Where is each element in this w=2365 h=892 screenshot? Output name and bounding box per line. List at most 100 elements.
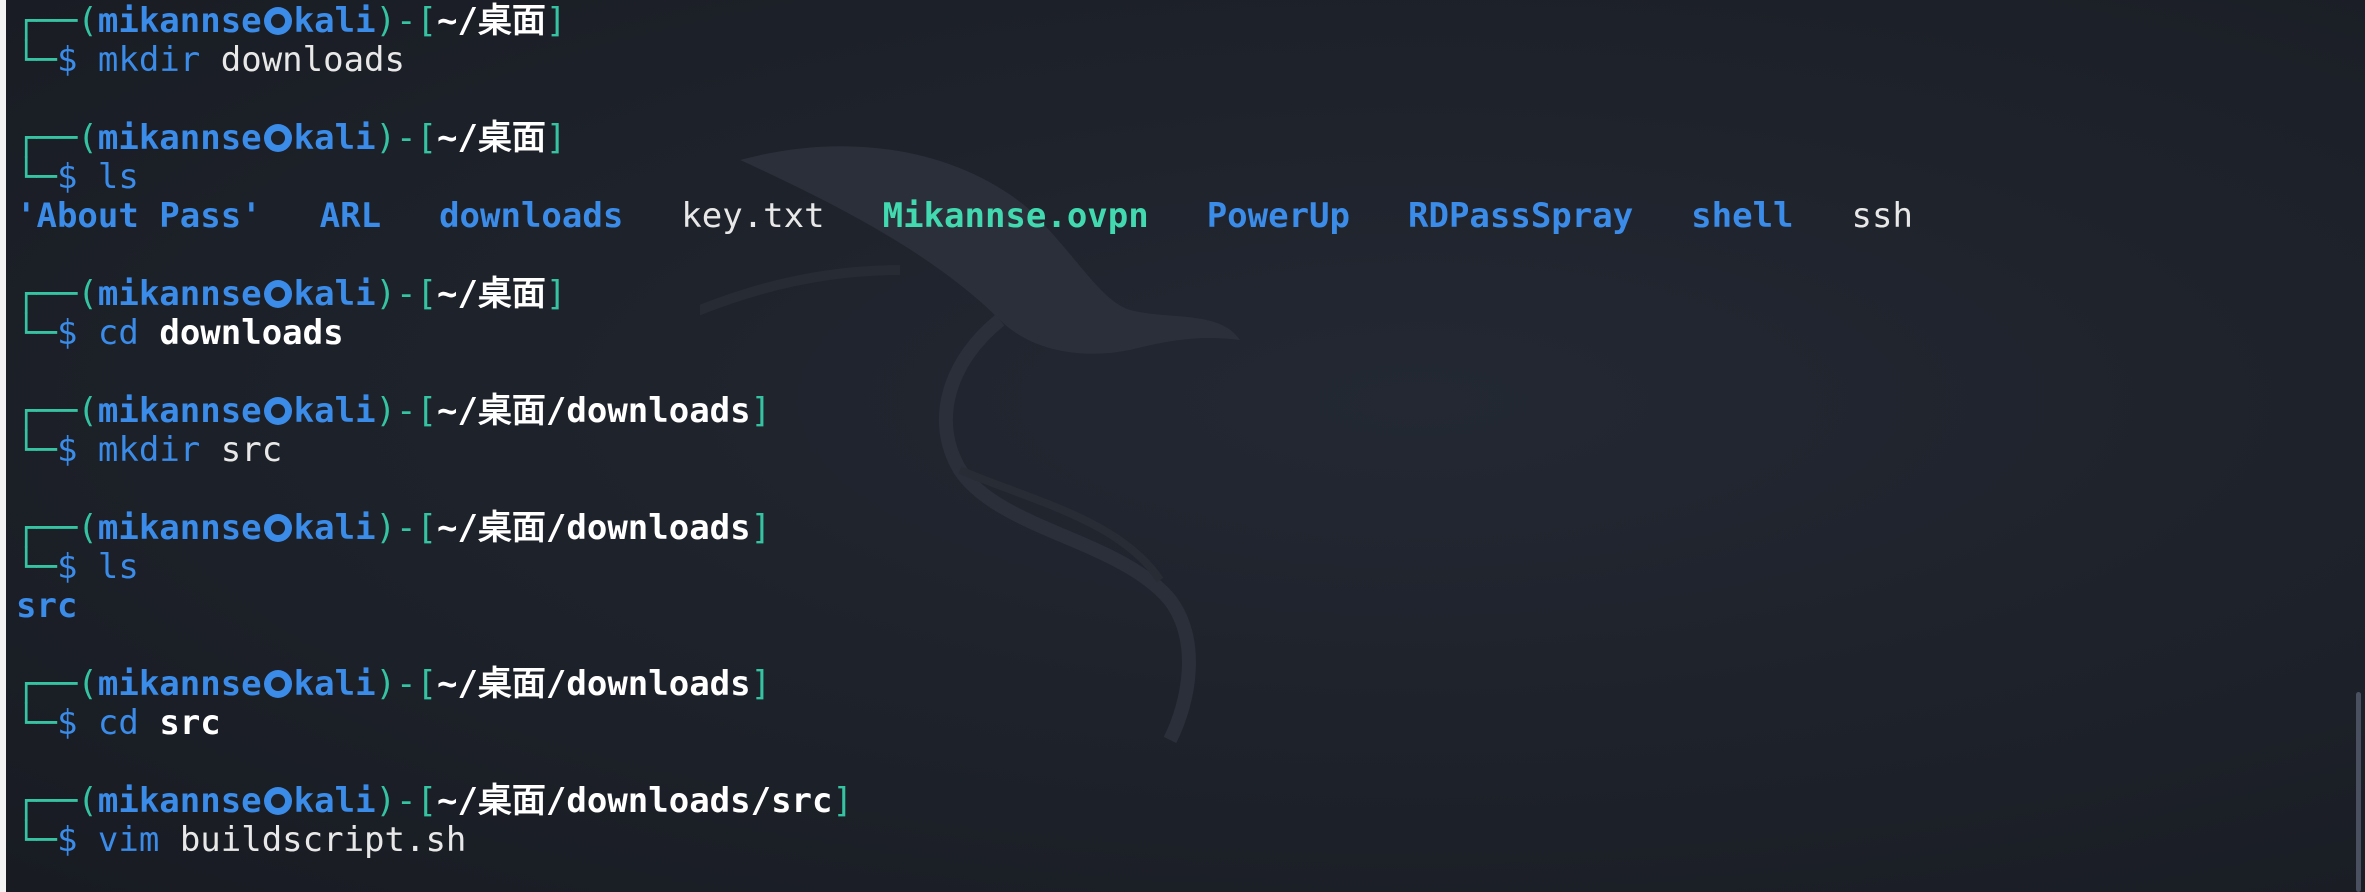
command-name: mkdir	[97, 40, 201, 80]
ls-output: src	[16, 587, 1971, 626]
prompt-separator: )-[	[375, 781, 437, 821]
prompt-close: ]	[545, 118, 567, 158]
command-name: ls	[97, 547, 139, 587]
prompt-line: ┌──(mikannse kali)-[~/桌面/downloads]	[16, 509, 1971, 548]
prompt-separator: )-[	[375, 1, 437, 41]
prompt-frame-bottom: └─	[16, 313, 57, 353]
prompt-cwd: ~/桌面/downloads	[436, 664, 751, 704]
prompt-close: ]	[832, 781, 853, 821]
prompt-frame: ┌──(	[16, 274, 98, 314]
prompt-line: ┌──(mikannse kali)-[~/桌面/downloads]	[16, 665, 1971, 704]
kali-skull-icon	[263, 787, 292, 815]
prompt-user: mikannse	[97, 664, 262, 704]
ls-entry: key.txt	[681, 196, 825, 236]
terminal-window[interactable]: ┌──(mikannse kali)-[~/桌面] └─$ mkdir downlo…	[0, 0, 2365, 892]
prompt-user: mikannse	[97, 1, 262, 41]
prompt-host: kali	[293, 664, 376, 704]
ls-entry: ARL	[319, 196, 382, 236]
prompt-separator: )-[	[375, 118, 437, 158]
command-line: └─$ vim buildscript.sh	[16, 821, 1971, 860]
command-argument: src	[159, 703, 221, 743]
prompt-host: kali	[293, 781, 376, 821]
prompt-separator: )-[	[375, 508, 437, 548]
prompt-frame-bottom: └─	[16, 547, 57, 587]
prompt-frame-bottom: └─	[16, 157, 57, 197]
command-name: mkdir	[97, 430, 201, 470]
prompt-dollar: $	[56, 157, 78, 197]
prompt-host: kali	[293, 1, 376, 41]
prompt-close: ]	[545, 1, 567, 41]
command-argument: downloads	[220, 40, 405, 80]
prompt-close: ]	[750, 391, 772, 431]
ls-entry: RDPassSpray	[1408, 196, 1634, 236]
prompt-host: kali	[293, 508, 376, 548]
ls-entry: 'About Pass'	[16, 196, 262, 236]
prompt-host: kali	[293, 118, 376, 158]
prompt-frame: ┌──(	[16, 1, 98, 41]
ls-entry: PowerUp	[1206, 196, 1350, 236]
prompt-dollar: $	[56, 40, 78, 80]
kali-skull-icon	[263, 7, 292, 35]
prompt-separator: )-[	[375, 664, 437, 704]
prompt-dollar: $	[56, 313, 78, 353]
command-line: └─$ ls	[16, 548, 1971, 587]
prompt-separator: )-[	[375, 274, 437, 314]
prompt-user: mikannse	[97, 391, 262, 431]
prompt-cwd: ~/桌面	[436, 1, 546, 41]
command-argument: buildscript.sh	[179, 820, 467, 860]
prompt-host: kali	[293, 391, 376, 431]
prompt-frame-bottom: └─	[16, 703, 57, 743]
prompt-frame: ┌──(	[16, 391, 98, 431]
prompt-dollar: $	[56, 703, 78, 743]
command-line: └─$ cd downloads	[16, 314, 1971, 353]
ls-entry: downloads	[439, 196, 624, 236]
kali-skull-icon	[263, 397, 292, 425]
prompt-frame: ┌──(	[16, 118, 98, 158]
command-argument: downloads	[159, 313, 344, 353]
prompt-user: mikannse	[97, 781, 262, 821]
prompt-separator: )-[	[375, 391, 437, 431]
kali-skull-icon	[263, 670, 292, 698]
prompt-cwd: ~/桌面	[436, 274, 546, 314]
prompt-dollar: $	[56, 820, 78, 860]
prompt-line: ┌──(mikannse kali)-[~/桌面]	[16, 119, 1971, 158]
kali-skull-icon	[263, 124, 292, 152]
ls-entry: src	[16, 586, 78, 626]
prompt-host: kali	[293, 274, 376, 314]
command-name: ls	[97, 157, 139, 197]
kali-skull-icon	[263, 514, 292, 542]
prompt-dollar: $	[56, 547, 78, 587]
command-name: vim	[97, 820, 160, 860]
prompt-frame-bottom: └─	[16, 430, 57, 470]
command-line: └─$ mkdir src	[16, 431, 1971, 470]
prompt-line: ┌──(mikannse kali)-[~/桌面]	[16, 275, 1971, 314]
prompt-frame-bottom: └─	[16, 40, 57, 80]
ls-output: 'About Pass' ARL downloads key.txt Mikannse.…	[16, 197, 1971, 236]
ls-entry: shell	[1691, 196, 1794, 236]
prompt-line: ┌──(mikannse kali)-[~/桌面/downloads]	[16, 392, 1971, 431]
command-name: cd	[97, 703, 139, 743]
prompt-line: ┌──(mikannse kali)-[~/桌面/downloads/src]	[16, 782, 1971, 821]
command-name: cd	[97, 313, 139, 353]
prompt-user: mikannse	[97, 274, 262, 314]
terminal-output: ┌──(mikannse kali)-[~/桌面] └─$ mkdir downlo…	[16, 2, 1971, 860]
command-line: └─$ mkdir downloads	[16, 41, 1971, 80]
prompt-user: mikannse	[97, 508, 262, 548]
scrollbar[interactable]	[2356, 692, 2361, 892]
prompt-line: ┌──(mikannse kali)-[~/桌面]	[16, 2, 1971, 41]
prompt-dollar: $	[56, 430, 78, 470]
prompt-frame: ┌──(	[16, 664, 98, 704]
prompt-cwd: ~/桌面/downloads	[436, 508, 751, 548]
command-line: └─$ ls	[16, 158, 1971, 197]
command-argument: src	[220, 430, 283, 470]
prompt-cwd: ~/桌面	[436, 118, 546, 158]
window-edge	[0, 0, 6, 892]
prompt-cwd: ~/桌面/downloads	[436, 391, 751, 431]
prompt-close: ]	[750, 508, 772, 548]
